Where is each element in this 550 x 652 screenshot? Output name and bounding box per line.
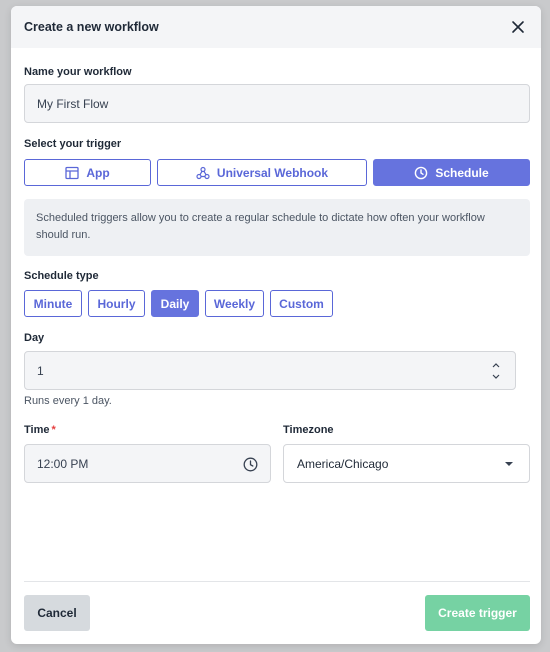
timezone-select[interactable]: America/Chicago (283, 444, 530, 483)
layout-icon (65, 166, 79, 179)
day-hint: Runs every 1 day. (24, 395, 112, 407)
close-button[interactable] (509, 18, 527, 36)
trigger-schedule-button[interactable]: Schedule (373, 159, 530, 186)
webhook-icon (196, 166, 210, 179)
cancel-button[interactable]: Cancel (24, 595, 90, 631)
time-label-text: Time (24, 424, 50, 436)
day-number-input[interactable]: 1 (24, 351, 516, 390)
schedule-custom-button[interactable]: Custom (270, 290, 333, 317)
clock-icon (415, 166, 428, 179)
trigger-app-button[interactable]: App (24, 159, 151, 186)
stepper-icon[interactable] (491, 360, 501, 382)
day-value: 1 (37, 363, 44, 378)
clock-icon[interactable] (243, 457, 258, 472)
schedule-daily-button[interactable]: Daily (151, 290, 199, 317)
create-workflow-modal: Create a new workflow Name your workflow… (11, 6, 541, 644)
timezone-value: America/Chicago (297, 456, 389, 471)
schedule-info-box: Scheduled triggers allow you to create a… (24, 199, 530, 256)
workflow-name-input[interactable]: My First Flow (24, 84, 530, 123)
time-input[interactable]: 12:00 PM (24, 444, 271, 483)
footer-divider (24, 581, 530, 582)
required-mark: * (51, 424, 56, 436)
schedule-hourly-button[interactable]: Hourly (88, 290, 145, 317)
schedule-type-label: Schedule type (24, 270, 99, 282)
trigger-schedule-label: Schedule (435, 165, 489, 180)
trigger-app-label: App (86, 165, 110, 180)
schedule-weekly-button[interactable]: Weekly (205, 290, 264, 317)
timezone-label: Timezone (283, 424, 334, 436)
trigger-webhook-label: Universal Webhook (216, 165, 329, 180)
trigger-webhook-button[interactable]: Universal Webhook (157, 159, 367, 186)
caret-down-icon (505, 462, 513, 466)
day-label: Day (24, 332, 45, 344)
time-label: Time * (24, 424, 56, 436)
close-icon (512, 21, 524, 33)
create-trigger-button[interactable]: Create trigger (425, 595, 530, 631)
workflow-name-label: Name your workflow (24, 66, 132, 78)
schedule-info-text: Scheduled triggers allow you to create a… (36, 212, 485, 241)
time-value: 12:00 PM (37, 456, 89, 471)
trigger-label: Select your trigger (24, 138, 122, 150)
modal-header: Create a new workflow (11, 6, 541, 48)
schedule-minute-button[interactable]: Minute (24, 290, 82, 317)
workflow-name-value: My First Flow (37, 96, 109, 111)
modal-title: Create a new workflow (24, 20, 159, 34)
